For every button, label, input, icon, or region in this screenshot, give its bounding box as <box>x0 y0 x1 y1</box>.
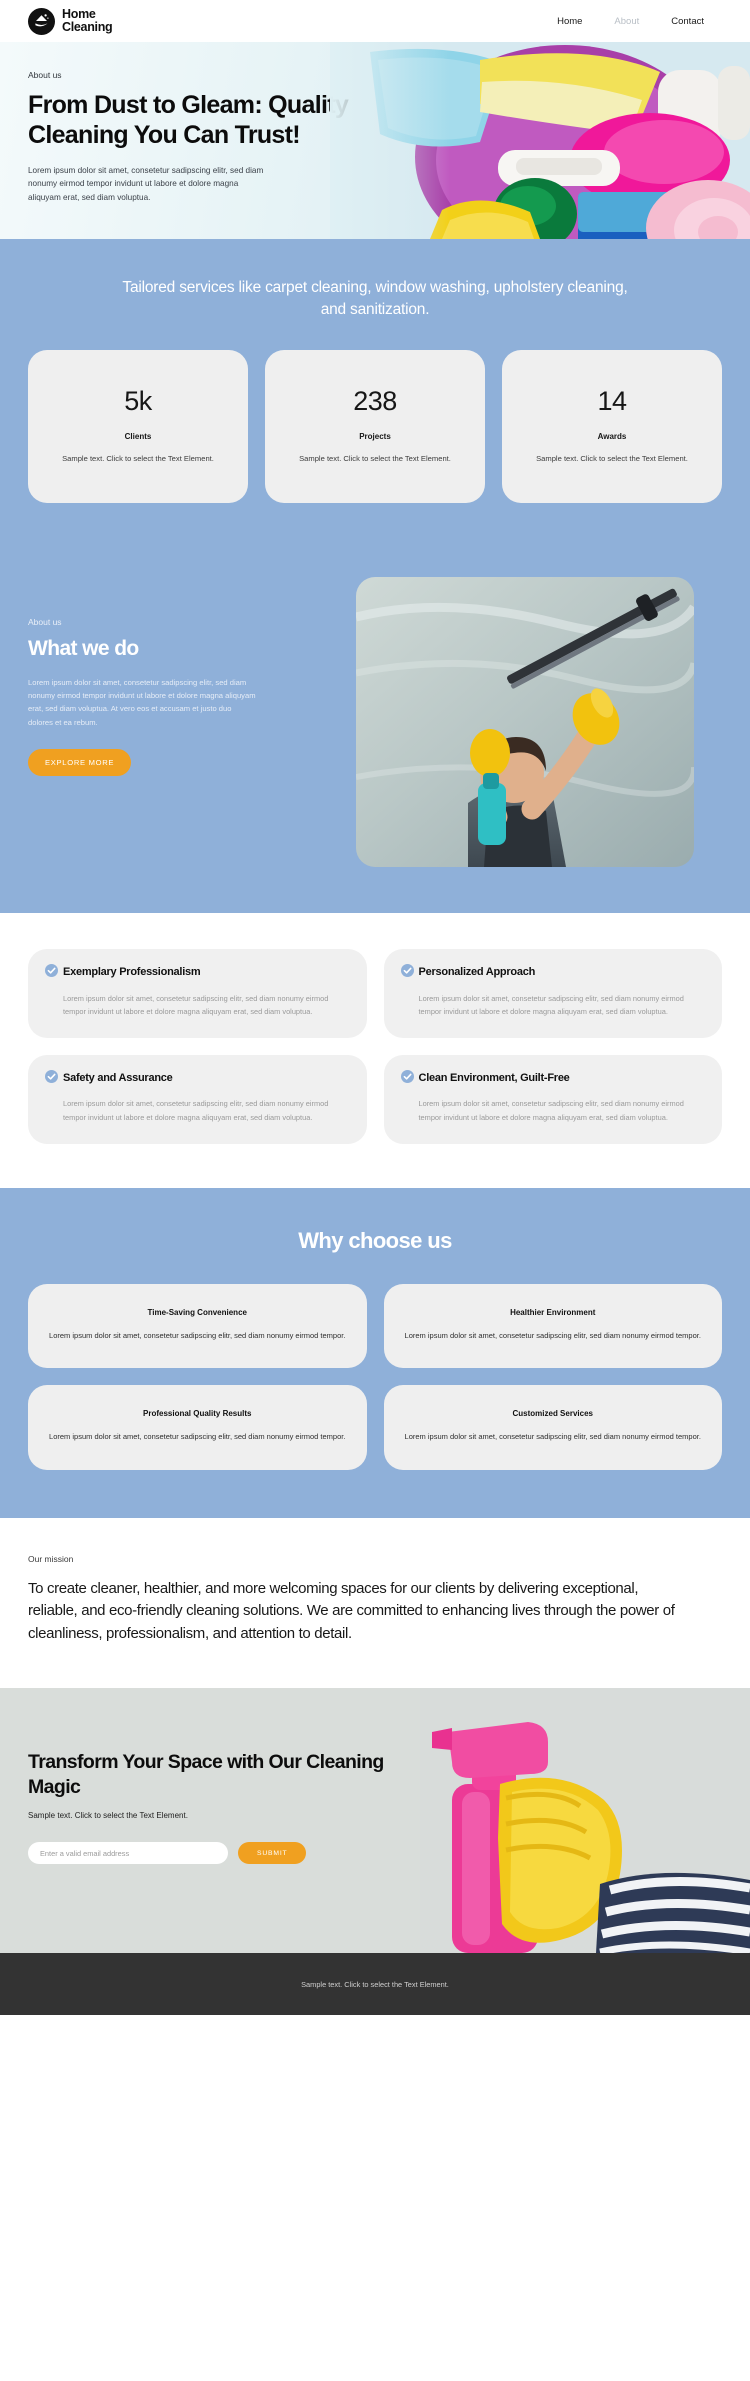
site-header: Home Cleaning Home About Contact <box>0 0 750 42</box>
feature-title-wrap: Safety and Assurance <box>45 1069 350 1088</box>
feature-card: Safety and Assurance Lorem ipsum dolor s… <box>28 1054 367 1144</box>
why-card-title: Customized Services <box>512 1409 593 1419</box>
email-input[interactable] <box>28 1842 228 1865</box>
stat-card: 14 Awards Sample text. Click to select t… <box>502 349 722 504</box>
newsletter-form: SUBMIT <box>28 1842 420 1865</box>
hero-image-fade <box>330 42 450 239</box>
why-card-description: Lorem ipsum dolor sit amet, consetetur s… <box>404 1330 701 1340</box>
why-choose-us-section: Why choose us Time-Saving Convenience Lo… <box>0 1187 750 1518</box>
stat-number: 238 <box>353 385 397 416</box>
site-footer: Sample text. Click to select the Text El… <box>0 1953 750 2016</box>
why-card: Professional Quality Results Lorem ipsum… <box>28 1385 367 1470</box>
what-we-do-eyebrow: About us <box>28 617 62 628</box>
why-row: Time-Saving Convenience Lorem ipsum dolo… <box>28 1283 722 1369</box>
hero-image <box>330 42 750 239</box>
what-we-do-paragraph: Lorem ipsum dolor sit amet, consetetur s… <box>28 678 256 727</box>
mission-eyebrow: Our mission <box>28 1553 74 1564</box>
nav-item-about[interactable]: About <box>614 16 639 27</box>
submit-button[interactable]: SUBMIT <box>238 1842 307 1865</box>
feature-title: Personalized Approach <box>418 966 536 979</box>
feature-card: Clean Environment, Guilt-Free Lorem ipsu… <box>383 1054 722 1144</box>
what-we-do-section: About us What we do Lorem ipsum dolor si… <box>0 549 750 914</box>
hero-section: About us From Dust to Gleam: Quality Cle… <box>0 42 750 239</box>
check-circle-icon <box>45 1069 58 1088</box>
feature-title: Clean Environment, Guilt-Free <box>418 1071 570 1084</box>
mission-text: To create cleaner, healthier, and more w… <box>28 1579 675 1643</box>
why-card: Customized Services Lorem ipsum dolor si… <box>383 1385 722 1470</box>
stats-card-grid: 5k Clients Sample text. Click to select … <box>0 349 750 549</box>
feature-title-wrap: Exemplary Professionalism <box>45 964 350 982</box>
main-navigation: Home About Contact <box>557 16 722 27</box>
feature-card: Exemplary Professionalism Lorem ipsum do… <box>28 949 367 1038</box>
why-card: Time-Saving Convenience Lorem ipsum dolo… <box>28 1283 367 1369</box>
stat-label: Clients <box>124 431 152 441</box>
feature-title: Safety and Assurance <box>63 1071 173 1084</box>
why-card-title: Professional Quality Results <box>143 1409 252 1419</box>
why-card-title: Healthier Environment <box>510 1307 596 1317</box>
nav-item-home[interactable]: Home <box>557 16 582 27</box>
cta-subtitle: Sample text. Click to select the Text El… <box>28 1811 188 1821</box>
feature-card: Personalized Approach Lorem ipsum dolor … <box>383 949 722 1038</box>
what-we-do-image <box>356 577 694 868</box>
feature-description: Lorem ipsum dolor sit amet, consetetur s… <box>418 1099 684 1122</box>
features-row: Exemplary Professionalism Lorem ipsum do… <box>28 949 722 1038</box>
what-we-do-copy: About us What we do Lorem ipsum dolor si… <box>28 577 328 776</box>
check-circle-icon <box>45 964 58 982</box>
logo-line-2: Cleaning <box>62 20 113 34</box>
why-card-description: Lorem ipsum dolor sit amet, consetetur s… <box>49 1330 346 1340</box>
check-circle-icon <box>400 964 414 982</box>
what-we-do-title: What we do <box>28 637 139 661</box>
feature-title-wrap: Clean Environment, Guilt-Free <box>400 1069 706 1088</box>
explore-more-button[interactable]: EXPLORE MORE <box>28 748 132 776</box>
logo-text: Home Cleaning <box>62 8 113 34</box>
stat-description: Sample text. Click to select the Text El… <box>536 453 688 463</box>
feature-description: Lorem ipsum dolor sit amet, consetetur s… <box>418 993 684 1016</box>
footer-text: Sample text. Click to select the Text El… <box>301 1979 449 1989</box>
stat-card: 238 Projects Sample text. Click to selec… <box>265 349 485 504</box>
features-row: Safety and Assurance Lorem ipsum dolor s… <box>28 1054 722 1144</box>
stat-label: Projects <box>359 431 391 441</box>
check-circle-icon <box>400 1069 414 1088</box>
cta-copy: Transform Your Space with Our Cleaning M… <box>0 1688 420 1865</box>
why-card-title: Time-Saving Convenience <box>147 1307 247 1317</box>
stats-section: Tailored services like carpet cleaning, … <box>0 239 750 550</box>
why-row: Professional Quality Results Lorem ipsum… <box>28 1385 722 1470</box>
why-card-description: Lorem ipsum dolor sit amet, consetetur s… <box>404 1432 701 1442</box>
feature-title-wrap: Personalized Approach <box>400 964 706 982</box>
stat-description: Sample text. Click to select the Text El… <box>299 453 451 463</box>
house-sparkle-icon <box>28 7 55 35</box>
why-card-description: Lorem ipsum dolor sit amet, consetetur s… <box>49 1432 346 1442</box>
stat-description: Sample text. Click to select the Text El… <box>62 453 214 463</box>
mission-section: Our mission To create cleaner, healthier… <box>0 1517 750 1689</box>
stat-number: 14 <box>597 385 627 416</box>
why-card: Healthier Environment Lorem ipsum dolor … <box>383 1283 722 1369</box>
hero-paragraph: Lorem ipsum dolor sit amet, consetetur s… <box>28 166 264 202</box>
stat-number: 5k <box>124 385 152 416</box>
features-section: Exemplary Professionalism Lorem ipsum do… <box>0 913 750 1188</box>
stat-label: Awards <box>597 431 627 441</box>
feature-description: Lorem ipsum dolor sit amet, consetetur s… <box>63 993 329 1016</box>
stat-card: 5k Clients Sample text. Click to select … <box>28 349 248 504</box>
feature-description: Lorem ipsum dolor sit amet, consetetur s… <box>63 1099 329 1122</box>
cta-section: Transform Your Space with Our Cleaning M… <box>0 1688 750 1954</box>
why-choose-us-title: Why choose us <box>298 1227 452 1253</box>
nav-item-contact[interactable]: Contact <box>671 16 704 27</box>
site-logo[interactable]: Home Cleaning <box>28 7 113 35</box>
feature-title: Exemplary Professionalism <box>63 966 201 979</box>
cta-title: Transform Your Space with Our Cleaning M… <box>28 1751 384 1798</box>
stats-tagline: Tailored services like carpet cleaning, … <box>122 279 628 319</box>
